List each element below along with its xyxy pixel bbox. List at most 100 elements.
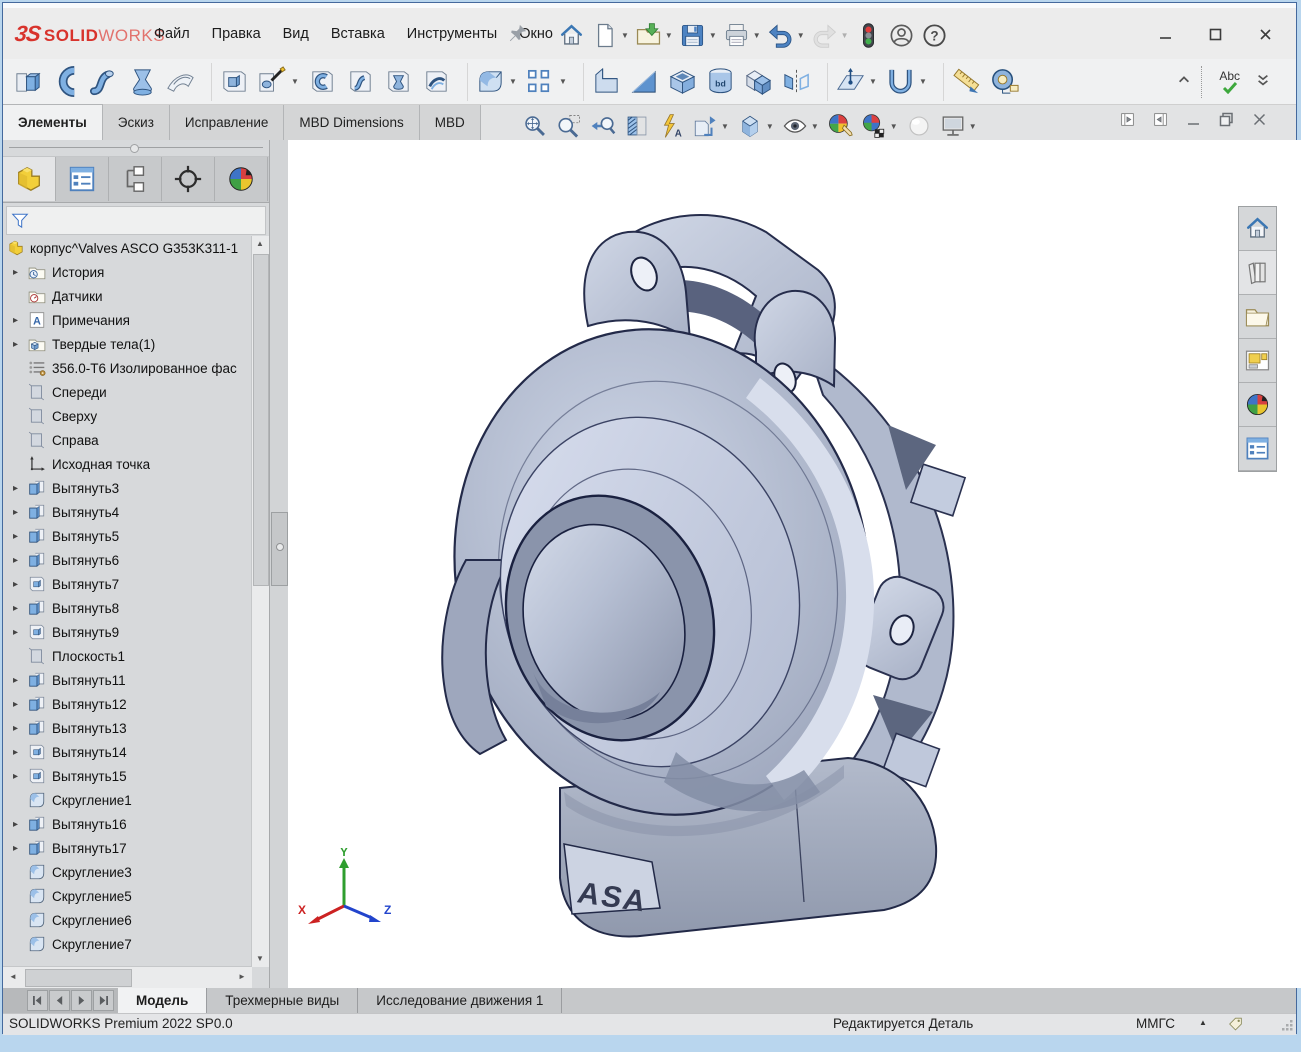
doc-close-button[interactable] [1251, 111, 1268, 133]
ribbon-smart-dimension[interactable]: ▼ [947, 62, 985, 102]
ribbon-draft[interactable]: ▼ [625, 62, 663, 102]
scroll-left-icon[interactable]: ◄ [5, 967, 21, 987]
qat-redo[interactable]: ▼ [809, 15, 851, 55]
expand-arrow-icon[interactable] [13, 627, 28, 638]
dropdown-arrow-icon[interactable]: ▼ [797, 31, 805, 40]
ribbon-button[interactable]: ▼ [458, 62, 468, 101]
expand-arrow-icon[interactable] [13, 267, 28, 278]
headsup-section-view[interactable]: ▼ [621, 110, 653, 142]
fm-tab-propertymanager[interactable] [56, 157, 109, 201]
qat-help[interactable]: ▼ [919, 15, 950, 55]
scroll-up-icon[interactable]: ▲ [252, 236, 268, 252]
tree-item[interactable]: Датчики [3, 284, 252, 308]
tab-mbd-dimensions[interactable]: MBD Dimensions [284, 105, 420, 140]
expand-arrow-icon[interactable] [13, 339, 28, 350]
ribbon-swept-cut[interactable]: ▼ [341, 62, 379, 102]
ribbon-fillet[interactable]: ▼ [471, 62, 521, 102]
dropdown-arrow-icon[interactable]: ▼ [890, 122, 898, 131]
headsup-display-style[interactable]: ▼ [734, 110, 777, 142]
ribbon-hole-wizard[interactable]: ▼ [253, 62, 303, 102]
ribbon-linear-pattern[interactable]: ▼ [521, 62, 571, 102]
taskpane-home[interactable] [1239, 207, 1276, 251]
ribbon-curves[interactable]: ▼ [881, 62, 931, 102]
tags-icon[interactable] [1227, 1015, 1244, 1035]
scroll-right-icon[interactable]: ► [234, 967, 250, 987]
qat-new-document[interactable]: ▼ [589, 15, 631, 55]
tree-item[interactable]: Вытянуть12 [3, 692, 252, 716]
ribbon-measure[interactable]: ▼ [985, 62, 1023, 102]
expand-arrow-icon[interactable] [13, 579, 28, 590]
ribbon-shell[interactable]: ▼ [663, 62, 701, 102]
ribbon-rib[interactable]: ▼ [587, 62, 625, 102]
menu-item[interactable]: Инструменты [396, 22, 508, 46]
ribbon-button[interactable]: ▼ [934, 62, 944, 101]
graphics-viewport[interactable]: ASA Y X Z [288, 140, 1301, 988]
dropdown-arrow-icon[interactable]: ▼ [559, 77, 567, 86]
tree-root-item[interactable]: корпус^Valves ASCO G353K311-1 [3, 236, 252, 260]
fm-tab-dimxpertmanager[interactable] [162, 157, 215, 201]
tree-item[interactable]: Спереди [3, 380, 252, 404]
spell-check-button[interactable]: Abc [1213, 69, 1246, 96]
tree-item[interactable]: Примечания [3, 308, 252, 332]
tab-motion-study-1[interactable]: Исследование движения 1 [358, 988, 563, 1013]
dropdown-arrow-icon[interactable]: ▼ [665, 31, 673, 40]
tab-mbd[interactable]: MBD [419, 105, 481, 140]
tree-item[interactable]: Вытянуть11 [3, 668, 252, 692]
ribbon-revolved-boss[interactable]: ▼ [47, 62, 85, 102]
tree-item[interactable]: Вытянуть6 [3, 548, 252, 572]
tree-item[interactable]: Скругление1 [3, 788, 252, 812]
expand-arrow-icon[interactable] [13, 507, 28, 518]
previous-tab-icon[interactable] [49, 990, 70, 1011]
dropdown-arrow-icon[interactable]: ▼ [919, 77, 927, 86]
taskpane-custom-properties[interactable] [1239, 427, 1276, 471]
tree-item[interactable]: Плоскость1 [3, 644, 252, 668]
pane-left-icon[interactable] [1119, 111, 1136, 133]
tree-item[interactable]: Вытянуть9 [3, 620, 252, 644]
maximize-button[interactable] [1190, 15, 1240, 53]
taskpane-appearances-scenes[interactable] [1239, 383, 1276, 427]
expand-arrow-icon[interactable] [13, 315, 28, 326]
tree-item[interactable]: Вытянуть14 [3, 740, 252, 764]
ribbon-intersect[interactable]: ▼ [739, 62, 777, 102]
qat-rebuild-traffic-light[interactable]: ▼ [853, 15, 884, 55]
expand-arrow-icon[interactable] [13, 699, 28, 710]
dropdown-arrow-icon[interactable]: ▼ [509, 77, 517, 86]
expand-arrow-icon[interactable] [13, 723, 28, 734]
qat-undo[interactable]: ▼ [765, 15, 807, 55]
tree-item[interactable]: Скругление3 [3, 860, 252, 884]
taskpane-view-palette[interactable] [1239, 339, 1276, 383]
doc-restore-button[interactable] [1218, 111, 1235, 133]
dropdown-arrow-icon[interactable]: ▼ [811, 122, 819, 131]
menu-item[interactable]: Правка [201, 22, 272, 46]
expand-arrow-icon[interactable] [13, 603, 28, 614]
ribbon-lofted-boss[interactable]: ▼ [123, 62, 161, 102]
resize-grip[interactable] [1280, 1018, 1294, 1035]
tree-item[interactable]: Вытянуть13 [3, 716, 252, 740]
tree-item[interactable]: Вытянуть8 [3, 596, 252, 620]
dropdown-arrow-icon[interactable]: ▼ [709, 31, 717, 40]
menu-item[interactable]: Вид [272, 22, 320, 46]
tree-item[interactable]: Исходная точка [3, 452, 252, 476]
ribbon-extruded-boss[interactable]: ▼ [9, 62, 47, 102]
splitter-grab-handle[interactable] [271, 512, 288, 586]
expand-arrow-icon[interactable] [13, 555, 28, 566]
tab-3d-views[interactable]: Трехмерные виды [207, 988, 359, 1013]
expand-arrow-icon[interactable] [13, 531, 28, 542]
ribbon-button[interactable]: ▼ [818, 62, 828, 101]
expand-arrow-icon[interactable] [13, 747, 28, 758]
tree-item[interactable]: Скругление5 [3, 884, 252, 908]
ribbon-boundary-cut[interactable]: ▼ [417, 62, 455, 102]
headsup-previous-view[interactable]: ▼ [587, 110, 619, 142]
last-tab-icon[interactable] [93, 990, 114, 1011]
tree-item[interactable]: Вытянуть3 [3, 476, 252, 500]
close-button[interactable] [1240, 15, 1290, 53]
headsup-edit-appearance[interactable]: ▼ [824, 110, 856, 142]
ribbon-reference-geometry[interactable]: ▼ [831, 62, 881, 102]
expand-arrow-icon[interactable] [13, 483, 28, 494]
menu-item[interactable]: Файл [143, 22, 201, 46]
tree-item[interactable]: Вытянуть17 [3, 836, 252, 860]
expand-more-icon[interactable] [1256, 73, 1270, 92]
fm-tab-featuremanager-tree[interactable] [3, 157, 56, 201]
panel-splitter-handle[interactable] [3, 140, 269, 157]
pane-right-icon[interactable] [1152, 111, 1169, 133]
